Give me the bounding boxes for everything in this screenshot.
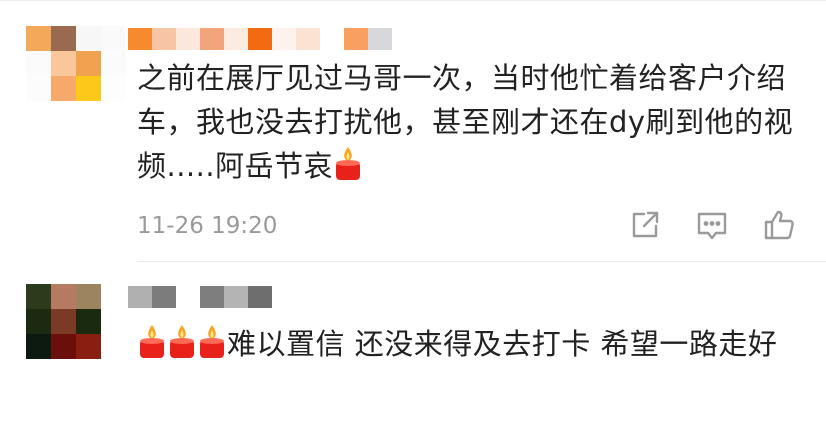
comment-text: 之前在展厅见过马哥一次，当时他忙着给客户介绍车，我也没去打扰他，甚至刚才还在dy… — [137, 56, 807, 188]
candle-emoji — [197, 322, 227, 360]
candle-emoji — [333, 144, 363, 182]
candle-emoji — [137, 322, 167, 360]
reply-icon[interactable] — [695, 208, 729, 242]
divider-top — [0, 0, 826, 1]
comment-divider — [137, 261, 826, 262]
candle-emoji — [167, 322, 197, 360]
comment-body: 之前在展厅见过马哥一次，当时他忙着给客户介绍车，我也没去打扰他，甚至刚才还在dy… — [137, 61, 794, 183]
comment-text: 难以置信 还没来得及去打卡 希望一路走好 — [137, 322, 807, 366]
comment-body: 难以置信 还没来得及去打卡 希望一路走好 — [227, 327, 778, 361]
comment-timestamp: 11-26 19:20 — [137, 213, 278, 239]
like-icon[interactable] — [762, 208, 796, 242]
username-blurred[interactable] — [128, 286, 272, 308]
share-icon[interactable] — [628, 208, 662, 242]
username-blurred[interactable] — [128, 28, 392, 50]
avatar[interactable] — [26, 284, 101, 359]
avatar[interactable] — [26, 26, 126, 101]
